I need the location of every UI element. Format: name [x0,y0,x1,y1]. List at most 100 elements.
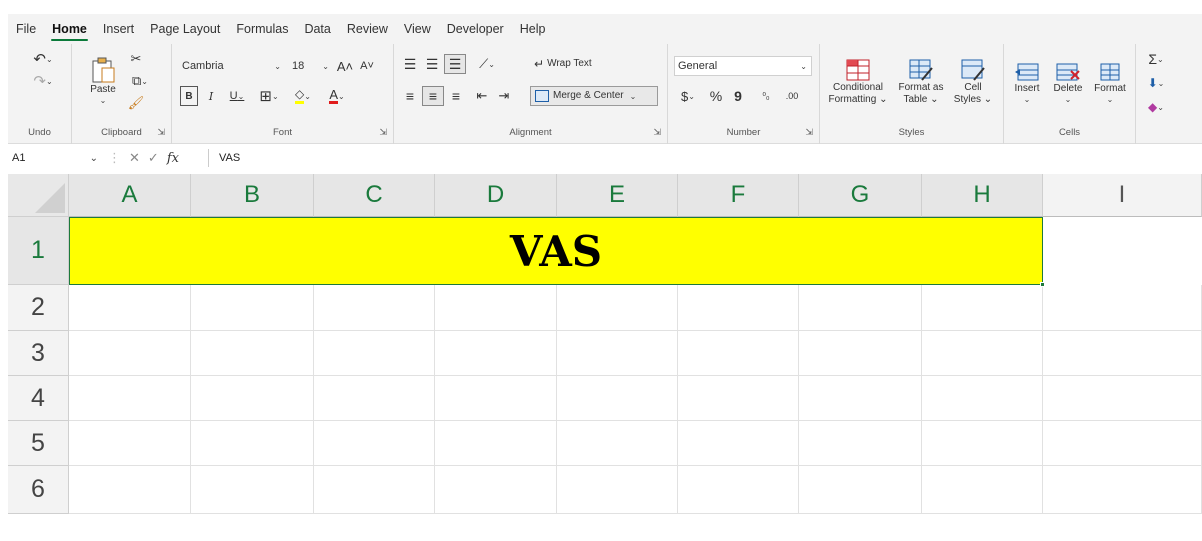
column-header-f[interactable]: F [678,174,799,217]
bottom-align-icon[interactable]: ☰ [444,54,466,74]
cell-c5[interactable] [314,421,435,466]
cell-i3[interactable] [1043,331,1202,376]
align-center-icon[interactable]: ≡ [422,86,444,106]
font-color-button[interactable]: A ⌄ [322,86,352,106]
cell-h2[interactable] [922,285,1043,331]
cell-a4[interactable] [69,376,191,421]
italic-button[interactable]: I [202,86,220,106]
cell-b3[interactable] [191,331,314,376]
cell-e3[interactable] [557,331,678,376]
cell-e5[interactable] [557,421,678,466]
redo-icon[interactable]: ↷ ⌄ [28,72,58,90]
fill-down-icon[interactable]: ⬇ ⌄ [1142,74,1170,92]
column-header-a[interactable]: A [69,174,191,217]
cell-g6[interactable] [799,466,922,514]
cell-b2[interactable] [191,285,314,331]
cell-d2[interactable] [435,285,557,331]
cell-c2[interactable] [314,285,435,331]
tab-insert[interactable]: Insert [95,14,142,44]
orientation-icon[interactable]: ⟋ ⌄ [470,54,504,74]
select-all-corner[interactable] [8,174,69,217]
column-header-d[interactable]: D [435,174,557,217]
cell-d4[interactable] [435,376,557,421]
cell-d6[interactable] [435,466,557,514]
tab-view[interactable]: View [396,14,439,44]
decrease-indent-icon[interactable]: ⇤ [472,86,492,106]
insert-cells-button[interactable]: Insert ⌄ [1008,50,1046,114]
top-align-icon[interactable]: ☰ [400,54,420,74]
wrap-text-button[interactable]: ↵ Wrap Text [534,54,614,74]
cell-a2[interactable] [69,285,191,331]
row-header-4[interactable]: 4 [8,376,69,421]
row-header-6[interactable]: 6 [8,466,69,514]
tab-review[interactable]: Review [339,14,396,44]
cell-i2[interactable] [1043,285,1202,331]
cell-d3[interactable] [435,331,557,376]
tab-file[interactable]: File [8,14,44,44]
cell-c4[interactable] [314,376,435,421]
number-launcher-icon[interactable]: ⇲ [805,127,813,138]
row-header-5[interactable]: 5 [8,421,69,466]
cell-g3[interactable] [799,331,922,376]
cell-f5[interactable] [678,421,799,466]
cell-a5[interactable] [69,421,191,466]
decrease-decimal-button[interactable]: .00 [780,86,804,106]
cell-h4[interactable] [922,376,1043,421]
column-header-i[interactable]: I [1043,174,1202,217]
grow-font-button[interactable]: A˄ [336,56,354,76]
cell-b4[interactable] [191,376,314,421]
borders-icon[interactable]: ⊞ ⌄ [254,86,284,106]
cell-h3[interactable] [922,331,1043,376]
row-header-3[interactable]: 3 [8,331,69,376]
conditional-formatting-button[interactable]: Conditional Formatting ⌄ [826,50,890,114]
paste-button[interactable]: Paste ⌄ [88,50,118,110]
number-format-select[interactable]: General ⌄ [674,56,812,76]
increase-decimal-button[interactable]: ⁰₀ [754,86,778,106]
cell-h6[interactable] [922,466,1043,514]
tab-help[interactable]: Help [512,14,554,44]
fill-handle[interactable] [1040,282,1045,287]
cell-b6[interactable] [191,466,314,514]
format-as-table-button[interactable]: Format as Table ⌄ [894,50,948,114]
alignment-launcher-icon[interactable]: ⇲ [653,127,661,138]
bold-button[interactable]: B [180,86,198,106]
insert-function-icon[interactable]: fx [167,151,179,166]
cell-i4[interactable] [1043,376,1202,421]
font-name-select[interactable]: Cambria ⌄ [178,56,286,76]
cell-e2[interactable] [557,285,678,331]
cut-icon[interactable]: ✂ [126,50,146,68]
format-painter-icon[interactable]: 🖌 [126,94,146,112]
cell-g4[interactable] [799,376,922,421]
cell-g5[interactable] [799,421,922,466]
cell-i5[interactable] [1043,421,1202,466]
formula-input[interactable]: VAS [208,149,240,167]
fill-color-button[interactable]: ◇ ⌄ [288,86,318,106]
autosum-button[interactable]: Σ ⌄ [1142,50,1170,68]
row-header-2[interactable]: 2 [8,285,69,331]
cell-c3[interactable] [314,331,435,376]
cell-e4[interactable] [557,376,678,421]
align-left-icon[interactable]: ≡ [400,86,420,106]
merge-center-button[interactable]: Merge & Center ⌄ [530,86,658,106]
format-cells-button[interactable]: Format ⌄ [1090,50,1130,114]
tab-home[interactable]: Home [44,14,95,44]
tab-page-layout[interactable]: Page Layout [142,14,228,44]
undo-icon[interactable]: ↶ ⌄ [28,50,58,68]
increase-indent-icon[interactable]: ⇥ [494,86,514,106]
cell-f6[interactable] [678,466,799,514]
cell-i6[interactable] [1043,466,1202,514]
column-header-c[interactable]: C [314,174,435,217]
cell-f4[interactable] [678,376,799,421]
cell-c6[interactable] [314,466,435,514]
tab-data[interactable]: Data [296,14,338,44]
column-header-h[interactable]: H [922,174,1043,217]
middle-align-icon[interactable]: ☰ [422,54,442,74]
enter-check-icon[interactable]: ✓ [148,150,159,166]
column-header-b[interactable]: B [191,174,314,217]
cell-g2[interactable] [799,285,922,331]
merged-cell-a1-h1[interactable]: VAS [69,217,1043,285]
row-header-1[interactable]: 1 [8,217,69,285]
shrink-font-button[interactable]: A˅ [358,56,376,76]
column-header-e[interactable]: E [557,174,678,217]
font-launcher-icon[interactable]: ⇲ [379,127,387,138]
